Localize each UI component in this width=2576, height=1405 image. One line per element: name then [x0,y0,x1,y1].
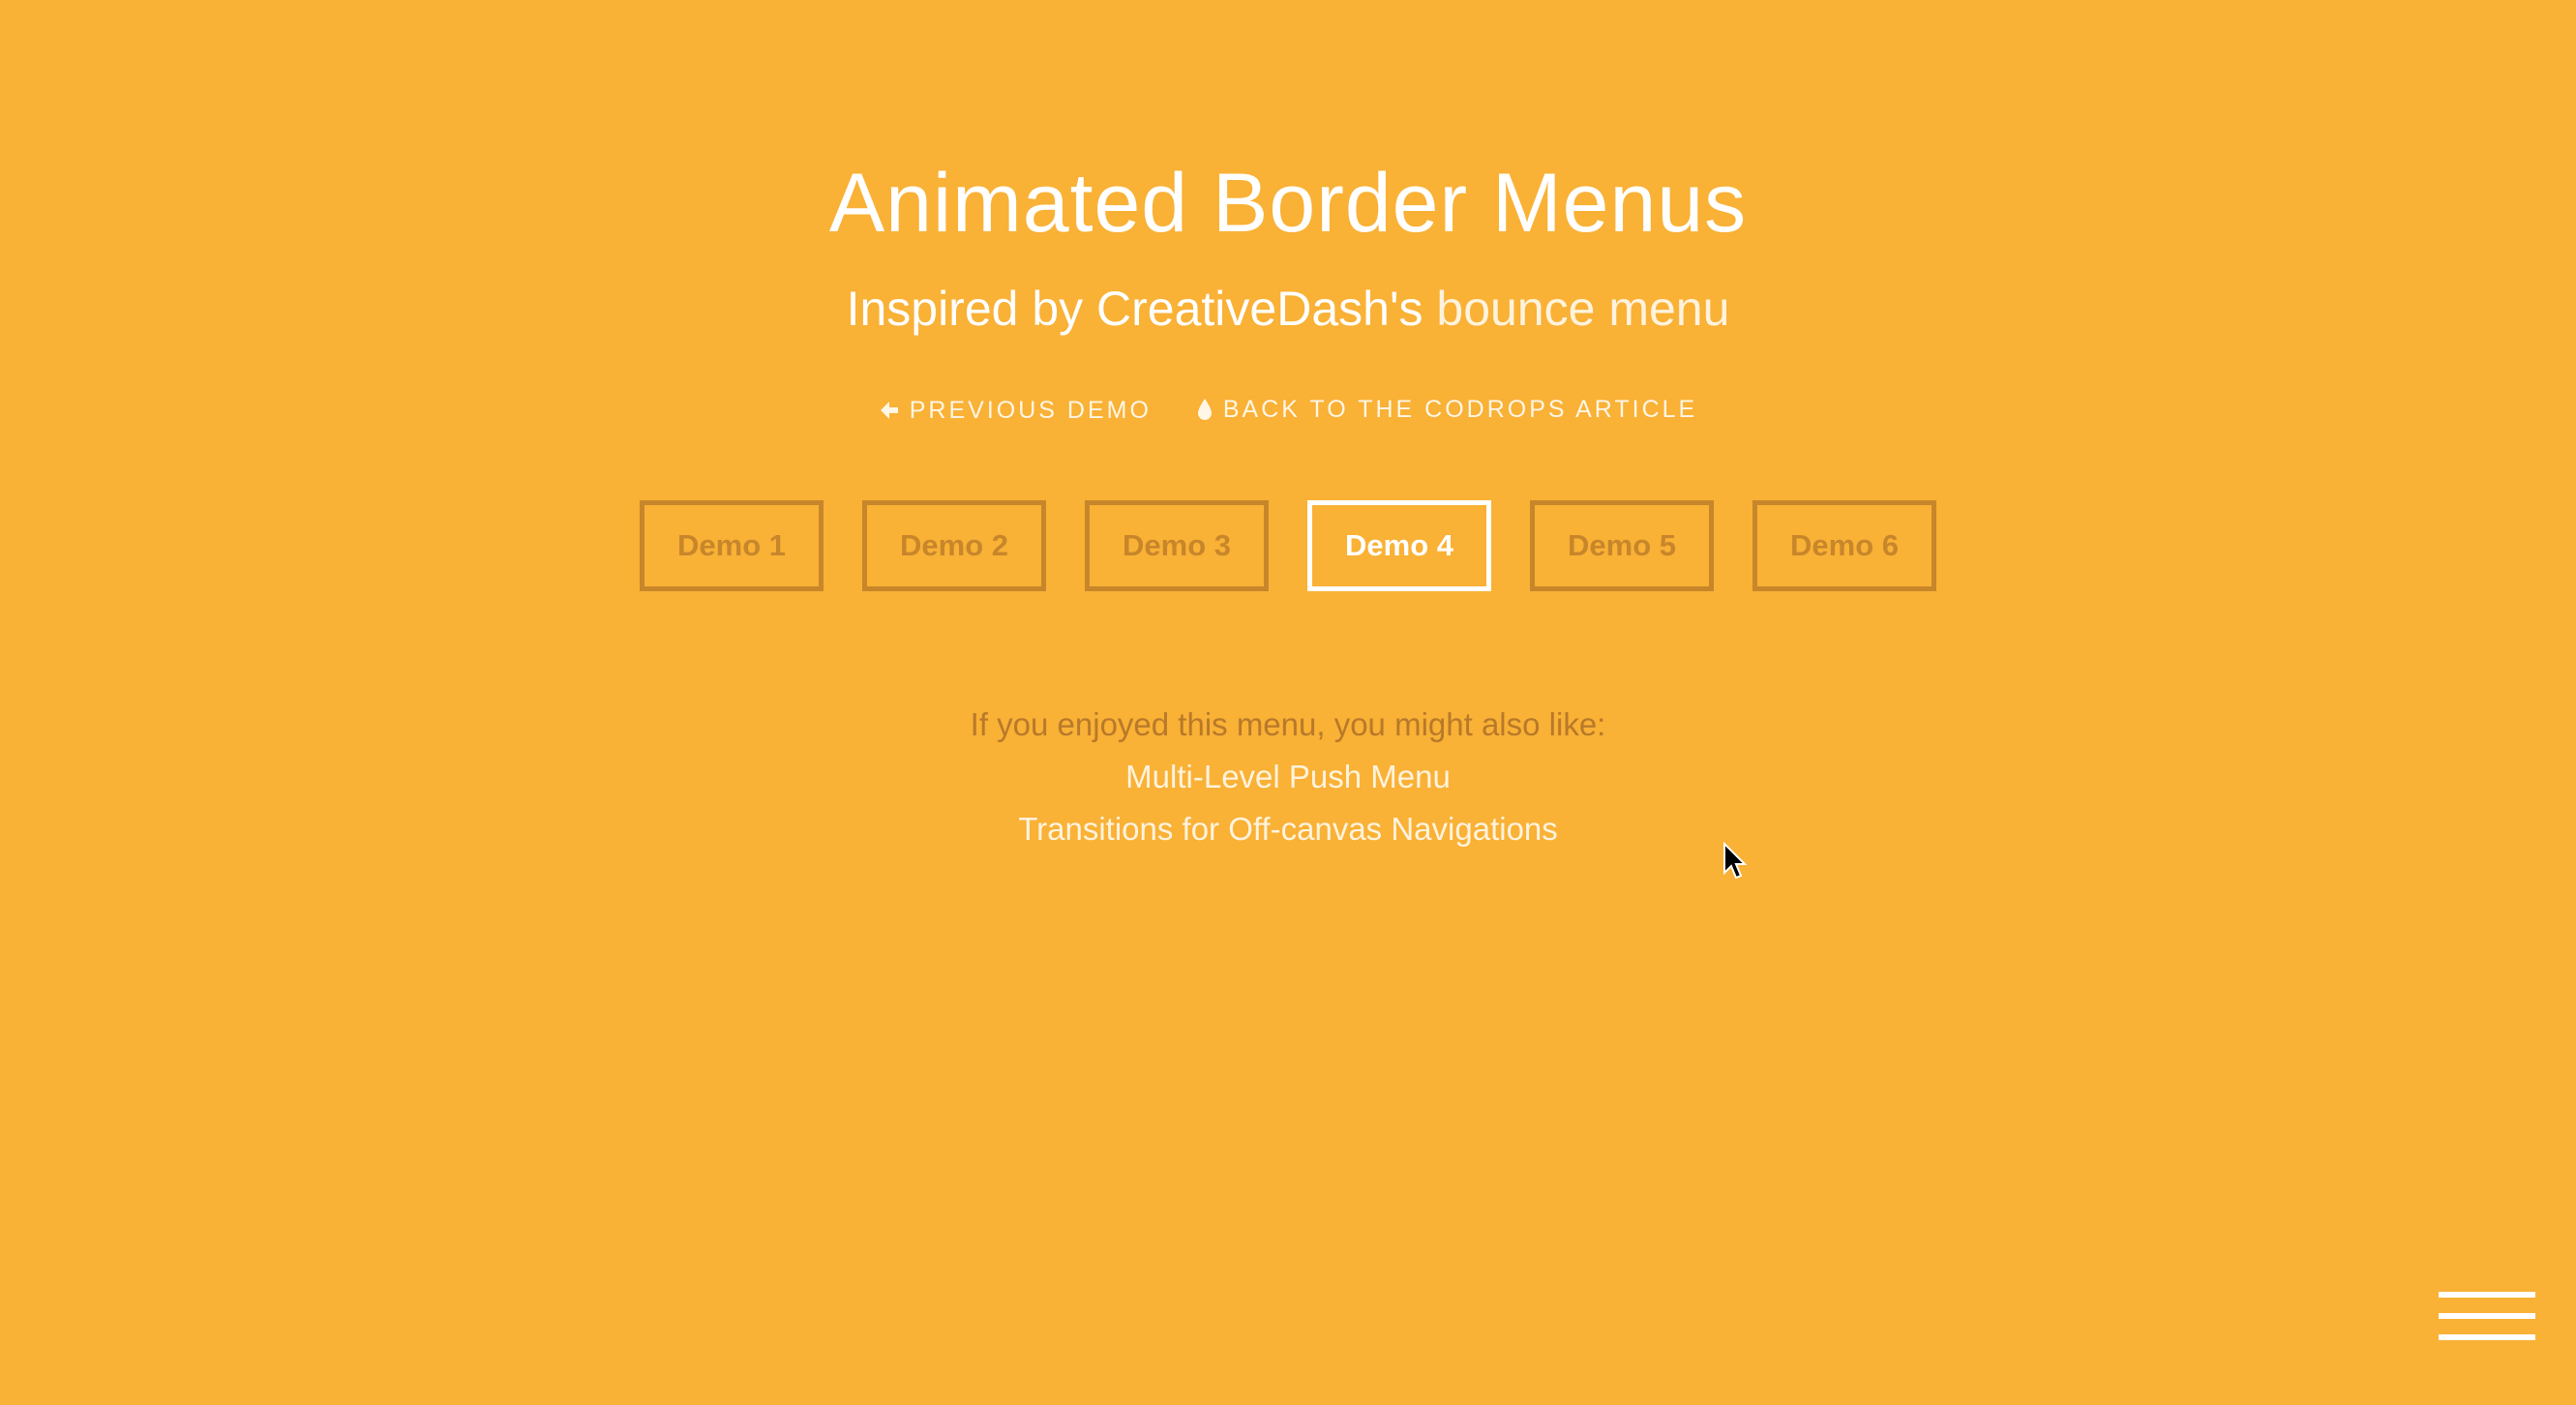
hamburger-icon[interactable] [2439,1292,2535,1344]
bounce-menu-link[interactable]: bounce menu [1436,282,1729,336]
previous-demo-label: PREVIOUS DEMO [909,397,1152,424]
hamburger-line [2439,1313,2535,1319]
demo-1-button[interactable]: Demo 1 [640,500,824,591]
related-link-multi-level-push-menu[interactable]: Multi-Level Push Menu [0,751,2576,803]
arrow-left-icon [880,402,898,419]
demo-5-button[interactable]: Demo 5 [1530,500,1714,591]
demo-3-button[interactable]: Demo 3 [1085,500,1269,591]
demo-6-button[interactable]: Demo 6 [1752,500,1936,591]
related-section: If you enjoyed this menu, you might also… [0,699,2576,855]
top-links: PREVIOUS DEMO BACK TO THE CODROPS ARTICL… [0,392,2576,431]
related-intro: If you enjoyed this menu, you might also… [970,706,1606,742]
previous-demo-link[interactable]: PREVIOUS DEMO [879,393,1152,428]
hamburger-line [2439,1334,2535,1340]
mouse-cursor-icon [1723,842,1748,880]
page-subtitle: Inspired by CreativeDash's bounce menu [0,275,2576,343]
page-title: Animated Border Menus [828,157,1748,250]
related-link-off-canvas-transitions[interactable]: Transitions for Off-canvas Navigations [0,803,2576,855]
demo-4-button[interactable]: Demo 4 [1307,500,1491,591]
demo-2-button[interactable]: Demo 2 [862,500,1046,591]
hamburger-line [2439,1292,2535,1298]
drop-icon [1197,399,1212,420]
back-to-article-label: BACK TO THE CODROPS ARTICLE [1222,396,1698,423]
demo-nav: Demo 1 Demo 2 Demo 3 Demo 4 Demo 5 Demo … [0,500,2576,591]
back-to-article-link[interactable]: BACK TO THE CODROPS ARTICLE [1196,392,1697,427]
page: Animated Border Menus Inspired by Creati… [0,0,2576,1405]
subtitle-prefix: Inspired by CreativeDash's [846,282,1423,336]
